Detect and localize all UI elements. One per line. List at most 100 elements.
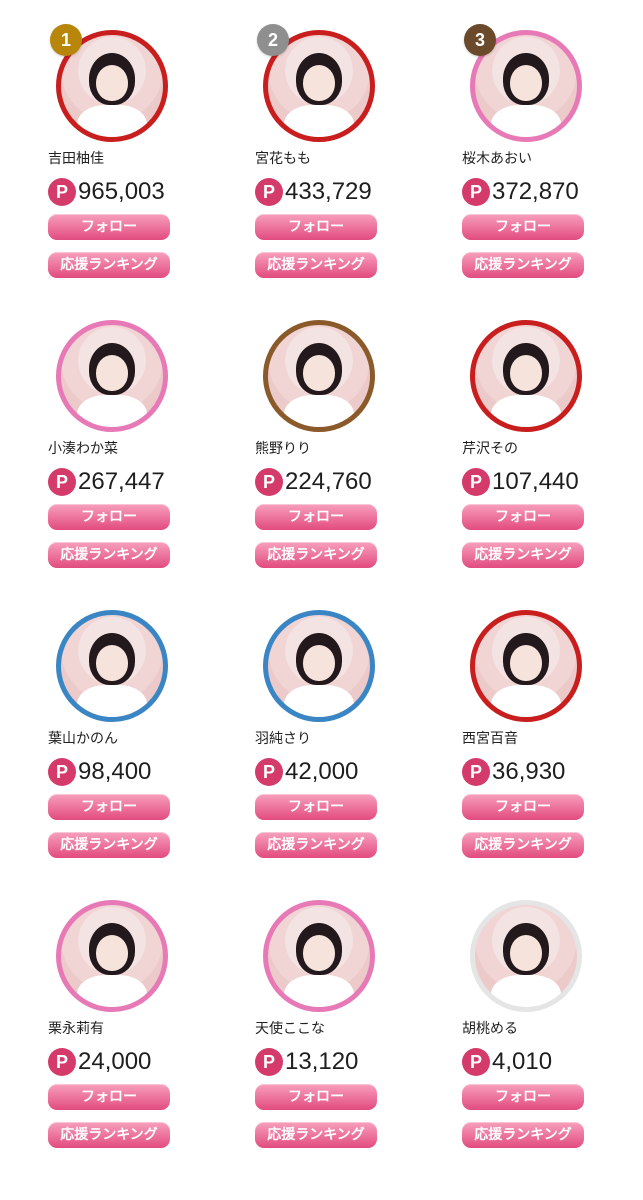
points-value: 965,003 [78,178,165,205]
points-value: 267,447 [78,468,165,495]
follow-button[interactable]: フォロー [48,214,170,240]
points-value: 42,000 [285,758,359,785]
points-icon: P [48,178,76,206]
points-value: 4,010 [492,1048,553,1075]
support-ranking-button[interactable]: 応援ランキング [462,832,584,858]
avatar-wrap [263,900,375,1012]
rank-badge: 2 [257,24,289,56]
avatar-wrap: 3 [464,24,582,142]
avatar[interactable] [263,610,375,722]
support-ranking-button[interactable]: 応援ランキング [462,1122,584,1148]
points-icon: P [462,178,490,206]
ranking-card: 西宮百音 P 36,930 フォロー 応援ランキング [462,610,643,870]
member-name: 天使ここな [255,1021,325,1037]
avatar-wrap: 2 [257,24,375,142]
member-name: 宮花もも [255,151,311,167]
follow-button[interactable]: フォロー [48,794,170,820]
points-row: P 224,760 [255,466,372,498]
points-icon: P [255,1048,283,1076]
avatar-wrap [56,320,168,432]
follow-button[interactable]: フォロー [255,504,377,530]
points-value: 372,870 [492,178,579,205]
points-row: P 107,440 [462,466,579,498]
points-icon: P [48,1048,76,1076]
follow-button[interactable]: フォロー [48,1084,170,1110]
avatar[interactable] [56,320,168,432]
points-row: P 36,930 [462,756,565,788]
ranking-card: 栗永莉有 P 24,000 フォロー 応援ランキング [48,900,248,1160]
points-value: 107,440 [492,468,579,495]
ranking-card: 天使ここな P 13,120 フォロー 応援ランキング [255,900,455,1160]
points-value: 224,760 [285,468,372,495]
avatar-wrap [56,610,168,722]
points-icon: P [255,758,283,786]
follow-button[interactable]: フォロー [255,214,377,240]
member-name: 栗永莉有 [48,1021,104,1037]
member-name: 桜木あおい [462,151,532,167]
ranking-card: 胡桃める P 4,010 フォロー 応援ランキング [462,900,643,1160]
support-ranking-button[interactable]: 応援ランキング [48,1122,170,1148]
follow-button[interactable]: フォロー [255,794,377,820]
points-icon: P [48,468,76,496]
rank-badge: 1 [50,24,82,56]
member-name: 胡桃める [462,1021,518,1037]
rank-badge: 3 [464,24,496,56]
support-ranking-button[interactable]: 応援ランキング [48,542,170,568]
follow-button[interactable]: フォロー [462,1084,584,1110]
points-value: 36,930 [492,758,566,785]
points-row: P 965,003 [48,176,165,208]
points-row: P 24,000 [48,1046,151,1078]
points-value: 433,729 [285,178,372,205]
ranking-card: 小湊わか菜 P 267,447 フォロー 応援ランキング [48,320,248,580]
avatar[interactable] [56,900,168,1012]
points-value: 98,400 [78,758,152,785]
support-ranking-button[interactable]: 応援ランキング [462,542,584,568]
follow-button[interactable]: フォロー [462,214,584,240]
avatar-wrap [263,320,375,432]
points-icon: P [255,178,283,206]
follow-button[interactable]: フォロー [48,504,170,530]
support-ranking-button[interactable]: 応援ランキング [255,252,377,278]
avatar-wrap: 1 [50,24,168,142]
support-ranking-button[interactable]: 応援ランキング [255,1122,377,1148]
points-row: P 13,120 [255,1046,358,1078]
avatar[interactable] [470,320,582,432]
avatar-wrap [470,610,582,722]
ranking-card: 芹沢その P 107,440 フォロー 応援ランキング [462,320,643,580]
points-value: 24,000 [78,1048,152,1075]
avatar-wrap [56,900,168,1012]
follow-button[interactable]: フォロー [462,504,584,530]
support-ranking-button[interactable]: 応援ランキング [48,832,170,858]
follow-button[interactable]: フォロー [255,1084,377,1110]
points-row: P 372,870 [462,176,579,208]
support-ranking-button[interactable]: 応援ランキング [462,252,584,278]
member-name: 熊野りり [255,441,311,457]
points-row: P 98,400 [48,756,151,788]
points-icon: P [462,758,490,786]
avatar-wrap [263,610,375,722]
points-value: 13,120 [285,1048,359,1075]
points-icon: P [255,468,283,496]
points-row: P 433,729 [255,176,372,208]
points-row: P 267,447 [48,466,165,498]
avatar[interactable] [470,900,582,1012]
ranking-card: 羽純さり P 42,000 フォロー 応援ランキング [255,610,455,870]
points-icon: P [48,758,76,786]
support-ranking-button[interactable]: 応援ランキング [255,832,377,858]
ranking-card: 熊野りり P 224,760 フォロー 応援ランキング [255,320,455,580]
ranking-card: 葉山かのん P 98,400 フォロー 応援ランキング [48,610,248,870]
avatar[interactable] [470,610,582,722]
avatar[interactable] [263,320,375,432]
member-name: 吉田柚佳 [48,151,104,167]
member-name: 葉山かのん [48,731,118,747]
ranking-card: 1 吉田柚佳 P 965,003 フォロー 応援ランキング [48,24,248,290]
avatar-wrap [470,900,582,1012]
avatar[interactable] [56,610,168,722]
member-name: 小湊わか菜 [48,441,118,457]
member-name: 西宮百音 [462,731,518,747]
support-ranking-button[interactable]: 応援ランキング [48,252,170,278]
avatar[interactable] [263,900,375,1012]
follow-button[interactable]: フォロー [462,794,584,820]
support-ranking-button[interactable]: 応援ランキング [255,542,377,568]
member-name: 芹沢その [462,441,518,457]
